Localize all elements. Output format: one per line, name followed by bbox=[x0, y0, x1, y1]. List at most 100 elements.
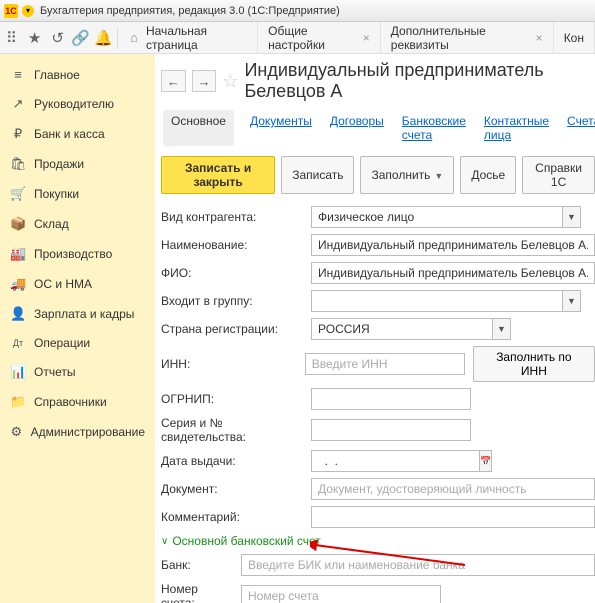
counterparty-form: Вид контрагента: ▼ Наименование: ФИО: Вх… bbox=[161, 206, 595, 603]
sidebar-item-sales[interactable]: 🛍Продажи bbox=[0, 149, 155, 179]
subtab-bank-accounts[interactable]: Банковские счета bbox=[400, 110, 468, 146]
sidebar-label: Банк и касса bbox=[34, 127, 105, 141]
sidebar-item-bank[interactable]: ₽ Банк и касса bbox=[0, 119, 155, 149]
back-button[interactable]: ← bbox=[161, 70, 186, 92]
type-select[interactable] bbox=[311, 206, 563, 228]
dossier-button[interactable]: Досье bbox=[460, 156, 516, 194]
favorite-star-icon[interactable]: ☆ bbox=[222, 71, 238, 92]
button-label: Заполнить bbox=[371, 168, 430, 182]
report-icon: 📊 bbox=[10, 364, 26, 380]
tab-label: Начальная страница bbox=[146, 24, 247, 52]
ogrn-label: ОГРНИП: bbox=[161, 392, 311, 406]
date-label: Дата выдачи: bbox=[161, 454, 311, 468]
toolbar: ⠿ ★ ↺ 🔗 🔔 ⌂Начальная страница Общие наст… bbox=[0, 22, 595, 54]
subtab-accounts[interactable]: Счета bbox=[565, 110, 595, 146]
calendar-icon[interactable]: 📅 bbox=[480, 450, 492, 472]
forward-button[interactable]: → bbox=[192, 70, 217, 92]
sidebar-item-admin[interactable]: ⚙Администрирование bbox=[0, 417, 155, 447]
tab-label: Кон bbox=[564, 31, 584, 45]
help-button[interactable]: Справки 1С bbox=[522, 156, 595, 194]
comment-input[interactable] bbox=[311, 506, 595, 528]
folder-icon: 📁 bbox=[10, 394, 26, 410]
ruble-icon: ₽ bbox=[10, 126, 26, 142]
cert-input[interactable] bbox=[311, 419, 471, 441]
sidebar-item-warehouse[interactable]: 📦 Склад bbox=[0, 209, 155, 239]
sidebar-label: Отчеты bbox=[34, 365, 75, 379]
tab-home[interactable]: ⌂Начальная страница bbox=[120, 22, 258, 54]
apps-icon[interactable]: ⠿ bbox=[0, 22, 23, 54]
ogrn-input[interactable] bbox=[311, 388, 471, 410]
sidebar-label: Главное bbox=[34, 68, 80, 82]
name-label: Наименование: bbox=[161, 238, 311, 252]
cert-label: Серия и № свидетельства: bbox=[161, 416, 311, 444]
save-button[interactable]: Записать bbox=[281, 156, 354, 194]
app-menu-dropdown-icon[interactable]: ▾ bbox=[22, 5, 34, 17]
link-icon[interactable]: 🔗 bbox=[69, 22, 92, 54]
sidebar-label: Покупки bbox=[34, 187, 79, 201]
close-icon[interactable]: × bbox=[363, 31, 370, 45]
doc-input[interactable] bbox=[311, 478, 595, 500]
toolbar-separator bbox=[117, 27, 118, 49]
sidebar-item-catalogs[interactable]: 📁 Справочники bbox=[0, 387, 155, 417]
group-input[interactable] bbox=[311, 290, 563, 312]
fio-label: ФИО: bbox=[161, 266, 311, 280]
person-icon: 👤 bbox=[10, 306, 26, 322]
history-icon[interactable]: ↺ bbox=[46, 22, 69, 54]
bank-label: Банк: bbox=[161, 558, 241, 572]
sidebar-item-assets[interactable]: 🚚 ОС и НМА bbox=[0, 269, 155, 299]
subtab-main[interactable]: Основное bbox=[163, 110, 234, 146]
chevron-down-icon[interactable]: ▼ bbox=[493, 318, 511, 340]
chevron-down-icon[interactable]: ▼ bbox=[563, 206, 581, 228]
bell-icon[interactable]: 🔔 bbox=[92, 22, 115, 54]
chevron-down-icon[interactable]: ▼ bbox=[563, 290, 581, 312]
inn-input[interactable] bbox=[305, 353, 465, 375]
name-input[interactable] bbox=[311, 234, 595, 256]
sidebar-item-production[interactable]: 🏭 Производство bbox=[0, 239, 155, 269]
close-icon[interactable]: × bbox=[536, 31, 543, 45]
bank-section-toggle[interactable]: ∨ Основной банковский счет bbox=[161, 534, 595, 548]
fill-button[interactable]: Заполнить ▼ bbox=[360, 156, 454, 194]
type-label: Вид контрагента: bbox=[161, 210, 311, 224]
tab-requisites[interactable]: Дополнительные реквизиты× bbox=[381, 22, 554, 54]
sidebar-label: ОС и НМА bbox=[34, 277, 92, 291]
tab-counterparty[interactable]: Кон bbox=[554, 22, 595, 54]
sidebar-item-main[interactable]: ≡ Главное bbox=[0, 60, 155, 89]
sidebar-label: Производство bbox=[34, 247, 112, 261]
tab-settings[interactable]: Общие настройки× bbox=[258, 22, 381, 54]
acct-input[interactable] bbox=[241, 585, 441, 603]
main-content: ← → ☆ Индивидуальный предприниматель Бел… bbox=[155, 54, 595, 603]
sidebar-label: Зарплата и кадры bbox=[34, 307, 134, 321]
chevron-down-icon: ▼ bbox=[434, 171, 443, 181]
sidebar-label: Справочники bbox=[34, 395, 107, 409]
sidebar-item-operations[interactable]: ДтОперации bbox=[0, 329, 155, 357]
sidebar-item-manager[interactable]: ↗Руководителю bbox=[0, 89, 155, 119]
page-title: Индивидуальный предприниматель Белевцов … bbox=[244, 60, 595, 102]
bank-input[interactable] bbox=[241, 554, 595, 576]
chevron-down-icon: ∨ bbox=[161, 536, 168, 547]
sidebar-item-reports[interactable]: 📊 Отчеты bbox=[0, 357, 155, 387]
subtab-contacts[interactable]: Контактные лица bbox=[482, 110, 551, 146]
star-icon[interactable]: ★ bbox=[23, 22, 46, 54]
menu-icon: ≡ bbox=[10, 67, 26, 82]
doc-label: Документ: bbox=[161, 482, 311, 496]
section-label: Основной банковский счет bbox=[172, 534, 320, 548]
fio-input[interactable] bbox=[311, 262, 595, 284]
subtab-documents[interactable]: Документы bbox=[248, 110, 314, 146]
date-input[interactable] bbox=[311, 450, 480, 472]
window-title: Бухгалтерия предприятия, редакция 3.0 (1… bbox=[40, 5, 340, 17]
section-tabs: Основное Документы Договоры Банковские с… bbox=[161, 110, 595, 146]
sidebar-label: Склад bbox=[34, 217, 69, 231]
box-icon: 📦 bbox=[10, 216, 26, 232]
subtab-contracts[interactable]: Договоры bbox=[328, 110, 386, 146]
fill-by-inn-button[interactable]: Заполнить по ИНН bbox=[473, 346, 595, 382]
save-and-close-button[interactable]: Записать и закрыть bbox=[161, 156, 275, 194]
sidebar-item-purchases[interactable]: 🛒Покупки bbox=[0, 179, 155, 209]
window-titlebar: 1C ▾ Бухгалтерия предприятия, редакция 3… bbox=[0, 0, 595, 22]
sidebar: ≡ Главное ↗Руководителю ₽ Банк и касса 🛍Пр… bbox=[0, 54, 155, 603]
sidebar-label: Операции bbox=[34, 336, 90, 350]
truck-icon: 🚚 bbox=[10, 276, 26, 292]
sidebar-item-salary[interactable]: 👤 Зарплата и кадры bbox=[0, 299, 155, 329]
country-input[interactable] bbox=[311, 318, 493, 340]
factory-icon: 🏭 bbox=[10, 246, 26, 262]
action-buttons: Записать и закрыть Записать Заполнить ▼ Д… bbox=[161, 156, 595, 194]
